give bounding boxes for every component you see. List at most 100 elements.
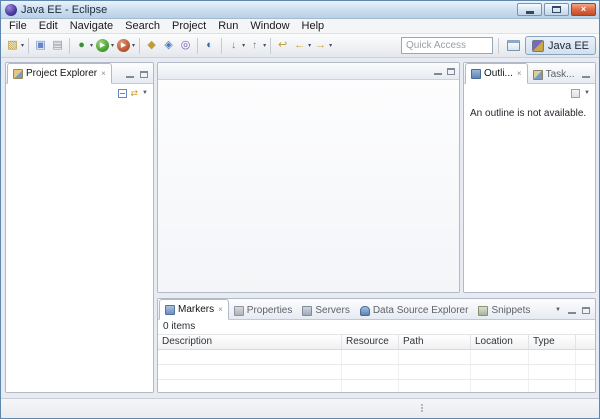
menu-help[interactable]: Help [296,19,331,34]
java-ee-perspective-icon [532,40,544,52]
menu-window[interactable]: Window [244,19,295,34]
open-perspective-button[interactable] [504,37,522,55]
search-button[interactable]: ◐ [201,36,218,55]
properties-icon [234,306,244,316]
tab-project-explorer-label: Project Explorer [26,68,97,79]
tab-snippets[interactable]: Snippets [473,302,535,319]
column-header-path[interactable]: Path [399,335,471,349]
minimize-button[interactable] [517,3,542,16]
new-dynamic-web-project-icon: ◈ [161,38,176,53]
new-ejb-project-icon: ◆ [144,38,159,53]
column-header-location[interactable]: Location [471,335,529,349]
run-button[interactable]: ▶ ▾ [94,36,115,55]
chevron-down-icon: ▾ [90,42,93,49]
workbench: Project Explorer × ⇄ ▼ [1,58,599,398]
new-dynamic-web-project-button[interactable]: ◈ [160,36,177,55]
last-edit-location-button[interactable]: ↩ [274,36,291,55]
table-cell [529,365,576,379]
back-button[interactable]: ← ▾ [291,36,312,55]
project-explorer-content [6,102,153,392]
column-header-type[interactable]: Type [529,335,576,349]
minimize-view-button[interactable] [579,68,592,80]
last-edit-location-icon: ↩ [275,38,290,53]
maximize-view-button[interactable] [444,65,457,77]
menu-run[interactable]: Run [212,19,244,34]
run-icon: ▶ [96,39,109,52]
new-ejb-project-button[interactable]: ◆ [143,36,160,55]
close-tab-icon[interactable]: × [218,306,223,314]
search-icon: ◐ [202,38,217,53]
toolbar-separator [139,38,140,54]
new-servlet-button[interactable]: ◎ [177,36,194,55]
menu-search[interactable]: Search [119,19,166,34]
new-wizard-icon: ▧ [5,38,20,53]
maximize-view-button[interactable] [579,304,592,316]
new-wizard-button[interactable]: ▧ ▾ [4,36,25,55]
toolbar-separator [197,38,198,54]
snippets-icon [478,306,488,316]
java-ee-perspective-button[interactable]: Java EE [525,36,596,55]
view-menu-icon[interactable]: ▼ [584,90,590,96]
tab-data-source-explorer[interactable]: Data Source Explorer [355,302,474,319]
new-servlet-icon: ◎ [178,38,193,53]
external-tools-button[interactable]: ▶ ▾ [115,36,136,55]
column-header-filler [576,335,595,349]
tab-project-explorer[interactable]: Project Explorer × [7,63,112,84]
table-cell [158,380,342,392]
markers-panel: Markers × Properties Servers Data Source… [157,298,596,393]
maximize-button[interactable] [544,3,569,16]
minimize-view-button[interactable] [431,65,444,77]
previous-annotation-button[interactable]: ↑ ▾ [246,36,267,55]
table-cell [158,350,342,364]
toolbar-right-cluster: Java EE [401,36,596,55]
collapse-all-icon[interactable] [118,89,127,98]
tab-snippets-label: Snippets [491,305,530,316]
save-button[interactable]: ▣ [32,36,49,55]
chevron-down-icon: ▾ [263,42,266,49]
print-icon: ▤ [50,38,65,53]
maximize-view-icon [582,307,590,314]
window-controls: × [515,3,596,16]
tab-servers[interactable]: Servers [297,302,354,319]
markers-table: Description Resource Path Location Type [158,334,595,392]
tab-markers[interactable]: Markers × [159,299,229,320]
close-button[interactable]: × [571,3,596,16]
next-annotation-button[interactable]: ↓ ▾ [225,36,246,55]
table-cell [576,365,595,379]
menu-project[interactable]: Project [166,19,212,34]
tab-outline[interactable]: Outli... × [465,63,528,84]
debug-button[interactable]: ● ▾ [73,36,94,55]
menu-navigate[interactable]: Navigate [64,19,119,34]
table-cell [399,380,471,392]
column-header-description[interactable]: Description [158,335,342,349]
menu-file[interactable]: File [3,19,33,34]
quick-access-input[interactable] [401,37,493,54]
close-tab-icon[interactable]: × [517,70,522,78]
menu-edit[interactable]: Edit [33,19,64,34]
minimize-view-icon [568,312,576,314]
table-cell [471,350,529,364]
chevron-down-icon: ▾ [21,42,24,49]
table-cell [576,350,595,364]
print-button[interactable]: ▤ [49,36,66,55]
view-menu-icon[interactable]: ▼ [555,307,561,313]
close-icon: × [581,5,586,14]
maximize-view-button[interactable] [593,68,596,80]
minimize-view-button[interactable] [123,68,136,80]
link-with-editor-icon[interactable]: ⇄ [131,89,139,98]
view-menu-icon[interactable]: ▼ [142,90,148,96]
close-tab-icon[interactable]: × [101,70,106,78]
view-header-buttons [579,68,596,83]
minimize-view-button[interactable] [565,304,578,316]
tab-properties[interactable]: Properties [229,302,298,319]
forward-button[interactable]: → ▾ [312,36,333,55]
column-header-resource[interactable]: Resource [342,335,399,349]
sash-grip[interactable] [421,404,423,412]
java-ee-perspective-label: Java EE [548,40,589,52]
tab-task-list[interactable]: Task... [528,66,580,83]
project-explorer-tabbar: Project Explorer × [6,63,153,84]
maximize-view-button[interactable] [137,68,150,80]
view-header-buttons: ▼ [555,304,594,319]
table-cell [576,380,595,392]
outline-toolbar-icon[interactable] [571,89,580,98]
